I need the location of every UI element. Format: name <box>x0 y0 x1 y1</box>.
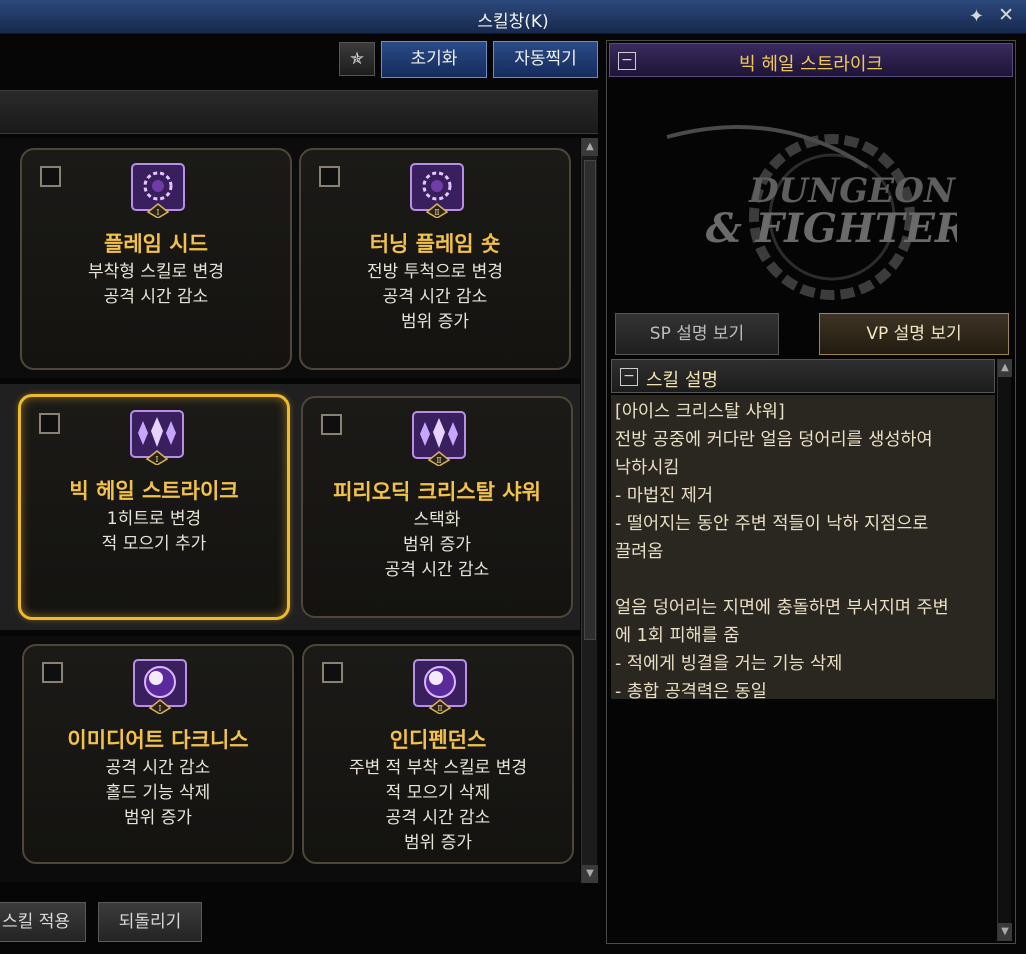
skill-desc-line: 공격 시간 감소 <box>384 560 490 580</box>
skill-checkbox[interactable] <box>322 662 343 683</box>
description-line <box>615 566 991 594</box>
skill-desc-line: 홀드 기능 삭제 <box>105 783 211 803</box>
skill-desc: 공격 시간 감소 홀드 기능 삭제 범위 증가 <box>24 756 292 831</box>
big-hail-icon: Ⅰ <box>130 410 184 465</box>
detail-title-bar: − 빅 헤일 스트라이크 <box>609 43 1013 77</box>
scroll-down-icon[interactable]: ▼ <box>998 923 1012 941</box>
tab-vp-description[interactable]: VP 설명 보기 <box>819 313 1009 355</box>
reset-button[interactable]: 초기화 <box>381 41 487 78</box>
scroll-up-icon[interactable]: ▲ <box>998 359 1012 377</box>
skill-desc-line: 주변 적 부착 스킬로 변경 <box>348 758 527 778</box>
revert-button[interactable]: 되돌리기 <box>98 902 202 942</box>
description-line: - 총합 공격력은 동일 <box>615 682 767 702</box>
window-title: 스킬창(K) <box>477 12 549 32</box>
skill-slot-icon[interactable]: ✯ <box>339 42 375 76</box>
close-icon[interactable]: ✕ <box>998 4 1014 26</box>
section-title: 스킬 설명 <box>646 370 718 391</box>
skill-card[interactable]: Ⅱ 터닝 플레임 숏 전방 투척으로 변경 공격 시간 감소 범위 증가 <box>299 148 571 370</box>
skill-desc-line: 범위 증가 <box>403 535 471 555</box>
pin-icon[interactable]: ✦ <box>969 6 984 27</box>
skill-checkbox[interactable] <box>319 166 340 187</box>
svg-text:Ⅰ: Ⅰ <box>158 704 161 713</box>
skill-desc-line: 공격 시간 감소 <box>385 808 491 828</box>
scroll-down-icon[interactable]: ▼ <box>582 865 598 883</box>
skill-list-header <box>0 90 598 134</box>
skill-desc-line: 스택화 <box>413 510 461 530</box>
auto-assign-button[interactable]: 자동찍기 <box>493 41 598 78</box>
skill-desc-line: 범위 증가 <box>404 833 472 853</box>
svg-text:Ⅰ: Ⅰ <box>155 455 158 464</box>
skill-desc-line: 전방 투척으로 변경 <box>367 262 503 282</box>
flame-seed-icon: Ⅰ <box>131 163 185 218</box>
skill-desc-line: 범위 증가 <box>124 808 192 828</box>
skill-desc: 부착형 스킬로 변경 공격 시간 감소 <box>22 260 290 310</box>
skill-checkbox[interactable] <box>40 166 61 187</box>
skill-name: 플레임 시드 <box>104 232 208 256</box>
description-line: 에 1회 피해를 줌 <box>615 626 740 646</box>
crystal-shower-icon: Ⅱ <box>412 411 466 466</box>
skill-name: 이미디어트 다크니스 <box>67 728 249 752</box>
skill-list-scrollbar[interactable]: ▲ ▼ <box>581 138 598 883</box>
svg-text:Ⅱ: Ⅱ <box>434 208 439 217</box>
skill-name: 빅 헤일 스트라이크 <box>69 479 239 503</box>
description-line: - 떨어지는 동안 주변 적들이 낙하 지점으로 <box>615 514 929 534</box>
skill-detail-panel: − 빅 헤일 스트라이크 DUNGEON & FIGHTER SP 설명 보기 … <box>606 40 1016 944</box>
description-line: 낙하시킴 <box>615 458 680 478</box>
collapse-icon[interactable]: − <box>620 368 638 386</box>
apply-skill-button[interactable]: 스킬 적용 <box>0 902 86 942</box>
skill-desc-line: 적 모으기 추가 <box>101 534 207 554</box>
description-line: 끌려옴 <box>615 542 664 562</box>
skill-desc-line: 공격 시간 감소 <box>382 287 488 307</box>
skill-card-selected[interactable]: Ⅰ 빅 헤일 스트라이크 1히트로 변경 적 모으기 추가 <box>18 394 290 620</box>
description-line: - 마법진 제거 <box>615 486 713 506</box>
skill-card[interactable]: Ⅰ 플레임 시드 부착형 스킬로 변경 공격 시간 감소 <box>20 148 292 370</box>
dungeon-fighter-logo: DUNGEON & FIGHTER <box>666 125 957 300</box>
skill-name: 터닝 플레임 숏 <box>369 232 501 256</box>
skill-desc: 전방 투척으로 변경 공격 시간 감소 범위 증가 <box>301 260 569 335</box>
dark-orb-icon: Ⅰ <box>133 659 187 714</box>
skill-checkbox[interactable] <box>42 662 63 683</box>
detail-title: 빅 헤일 스트라이크 <box>739 54 883 75</box>
description-line: [아이스 크리스탈 샤워] <box>615 402 785 422</box>
window-titlebar: 스킬창(K) ✦ ✕ <box>0 0 1026 34</box>
skill-desc: 스택화 범위 증가 공격 시간 감소 <box>303 508 571 583</box>
svg-text:Ⅱ: Ⅱ <box>437 704 442 713</box>
skill-desc-line: 공격 시간 감소 <box>103 287 209 307</box>
independence-orb-icon: Ⅱ <box>413 659 467 714</box>
skill-desc-line: 부착형 스킬로 변경 <box>88 262 224 282</box>
skill-desc-line: 범위 증가 <box>401 312 469 332</box>
skill-desc-line: 1히트로 변경 <box>106 509 202 529</box>
skill-desc: 주변 적 부착 스킬로 변경 적 모으기 삭제 공격 시간 감소 범위 증가 <box>304 756 572 856</box>
skill-checkbox[interactable] <box>321 414 342 435</box>
skill-desc: 1히트로 변경 적 모으기 추가 <box>21 507 287 557</box>
svg-text:Ⅱ: Ⅱ <box>436 456 441 465</box>
turning-flame-icon: Ⅱ <box>410 163 464 218</box>
scroll-up-icon[interactable]: ▲ <box>582 138 598 156</box>
skill-name: 인디펜던스 <box>389 728 487 752</box>
scroll-thumb[interactable] <box>584 160 596 640</box>
svg-text:& FIGHTER: & FIGHTER <box>706 205 957 252</box>
skill-desc-line: 공격 시간 감소 <box>105 758 211 778</box>
description-line: - 적에게 빙결을 거는 기능 삭제 <box>615 654 843 674</box>
svg-text:Ⅰ: Ⅰ <box>156 208 159 217</box>
description-line: 얼음 덩어리는 지면에 충돌하면 부서지며 주변 <box>615 598 949 618</box>
description-line: 전방 공중에 커다란 얼음 덩어리를 생성하여 <box>615 430 933 450</box>
description-scrollbar[interactable]: ▲ ▼ <box>997 359 1012 941</box>
skill-desc-line: 적 모으기 삭제 <box>385 783 491 803</box>
skill-card[interactable]: Ⅱ 피리오딕 크리스탈 샤워 스택화 범위 증가 공격 시간 감소 <box>301 396 573 618</box>
tab-sp-description[interactable]: SP 설명 보기 <box>615 313 779 355</box>
skill-checkbox[interactable] <box>39 413 60 434</box>
skill-description-body: [아이스 크리스탈 샤워] 전방 공중에 커다란 얼음 덩어리를 생성하여 낙하… <box>611 395 995 702</box>
skill-name: 피리오딕 크리스탈 샤워 <box>333 480 541 504</box>
skill-description-header: − 스킬 설명 <box>611 359 995 393</box>
skill-card[interactable]: Ⅰ 이미디어트 다크니스 공격 시간 감소 홀드 기능 삭제 범위 증가 <box>22 644 294 864</box>
skill-card[interactable]: Ⅱ 인디펜던스 주변 적 부착 스킬로 변경 적 모으기 삭제 공격 시간 감소… <box>302 644 574 864</box>
